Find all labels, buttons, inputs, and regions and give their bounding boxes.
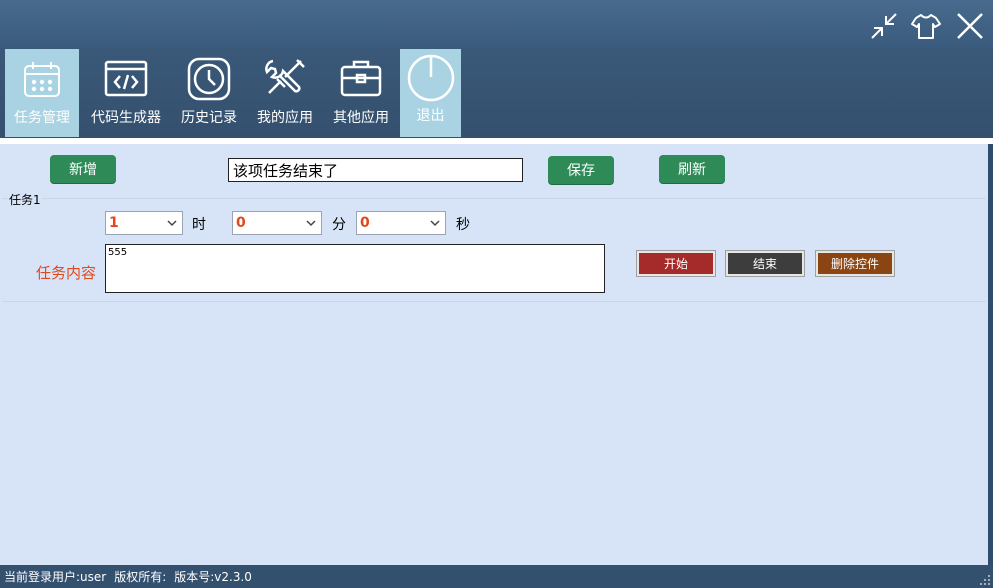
chevron-down-icon bbox=[167, 220, 177, 227]
second-select[interactable]: 0 bbox=[356, 211, 446, 235]
task-group-label: 任务1 bbox=[8, 191, 42, 208]
refresh-button[interactable]: 刷新 bbox=[659, 155, 725, 183]
code-icon bbox=[104, 60, 148, 97]
minute-unit: 分 bbox=[332, 217, 346, 233]
chevron-down-icon bbox=[430, 220, 440, 227]
task-content-label: 任务内容 bbox=[36, 264, 97, 282]
tool-label: 代码生成器 bbox=[91, 110, 161, 126]
start-button[interactable]: 开始 bbox=[636, 250, 716, 277]
close-icon[interactable] bbox=[954, 10, 986, 42]
add-button[interactable]: 新增 bbox=[50, 155, 116, 183]
delete-control-button[interactable]: 删除控件 bbox=[815, 250, 895, 277]
tool-label: 任务管理 bbox=[14, 110, 70, 126]
tool-task-manage[interactable]: 任务管理 bbox=[5, 49, 79, 137]
task-content-field[interactable]: 555 bbox=[105, 244, 605, 293]
skin-icon[interactable] bbox=[910, 10, 942, 42]
start-button-label: 开始 bbox=[639, 253, 713, 274]
end-button[interactable]: 结束 bbox=[725, 250, 805, 277]
minute-value: 0 bbox=[236, 215, 246, 231]
main-content: 新增 保存 刷新 任务1 1 时 0 分 0 秒 任务内容 555 开始 结束 … bbox=[0, 144, 988, 565]
tool-code-generator[interactable]: 代码生成器 bbox=[88, 49, 164, 137]
hour-select[interactable]: 1 bbox=[105, 211, 183, 235]
tool-exit[interactable]: 退出 bbox=[400, 49, 461, 137]
tool-history[interactable]: 历史记录 bbox=[172, 49, 246, 137]
tool-label: 退出 bbox=[416, 108, 445, 124]
toolbox-icon bbox=[340, 60, 382, 97]
tool-my-apps[interactable]: 我的应用 bbox=[248, 49, 322, 137]
task-title-input[interactable] bbox=[228, 158, 523, 182]
tool-label: 其他应用 bbox=[333, 110, 389, 126]
minute-select[interactable]: 0 bbox=[232, 211, 322, 235]
second-value: 0 bbox=[360, 215, 370, 231]
main-toolbar: 任务管理 代码生成器 历史记录 我的应用 其他应用 退出 bbox=[0, 48, 993, 138]
tool-other-apps[interactable]: 其他应用 bbox=[323, 49, 399, 137]
tool-label: 我的应用 bbox=[257, 110, 313, 126]
delete-control-label: 删除控件 bbox=[818, 253, 892, 274]
save-button[interactable]: 保存 bbox=[548, 156, 614, 184]
tool-label: 历史记录 bbox=[181, 110, 237, 126]
hour-value: 1 bbox=[109, 215, 119, 231]
status-version: 版本号:v2.3.0 bbox=[174, 570, 252, 584]
title-bar bbox=[0, 0, 993, 48]
tools-icon bbox=[265, 59, 305, 94]
status-copyright: 版权所有: bbox=[114, 570, 167, 584]
power-icon bbox=[407, 54, 454, 102]
restore-icon[interactable] bbox=[868, 10, 900, 42]
status-bar: 当前登录用户:user 版权所有: 版本号:v2.3.0 bbox=[0, 565, 993, 588]
chevron-down-icon bbox=[306, 220, 316, 227]
hour-unit: 时 bbox=[192, 217, 206, 233]
resize-grip-icon[interactable] bbox=[979, 574, 991, 586]
status-user: 当前登录用户:user bbox=[4, 570, 107, 584]
calendar-icon bbox=[24, 62, 60, 97]
second-unit: 秒 bbox=[456, 217, 470, 233]
clock-icon bbox=[187, 57, 231, 101]
window-border bbox=[988, 144, 993, 565]
end-button-label: 结束 bbox=[728, 253, 802, 274]
